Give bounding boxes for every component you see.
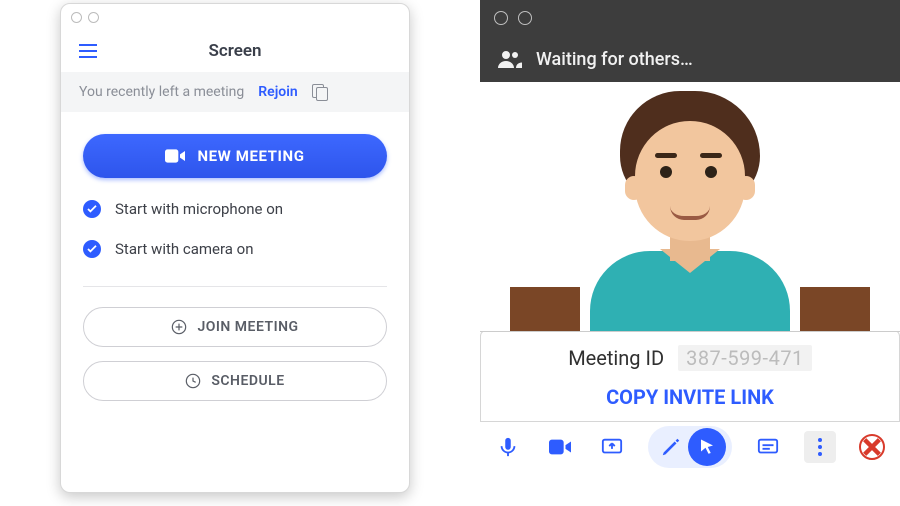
clock-icon (185, 373, 201, 389)
cursor-button[interactable] (688, 428, 726, 466)
option-start-camera: Start with camera on (83, 240, 387, 258)
camera-button[interactable] (544, 431, 576, 463)
cursor-icon (698, 438, 716, 456)
chat-button[interactable] (752, 431, 784, 463)
divider (83, 286, 387, 287)
more-icon (818, 438, 822, 456)
meeting-titlebar (480, 0, 900, 36)
pen-icon (660, 436, 682, 458)
meeting-status-bar: Waiting for others… (480, 36, 900, 82)
video-preview (480, 82, 900, 332)
people-icon (498, 50, 522, 68)
window-titlebar (61, 4, 409, 30)
app-title: Screen (79, 41, 391, 61)
mic-button[interactable] (492, 431, 524, 463)
join-meeting-button[interactable]: JOIN MEETING (83, 307, 387, 347)
share-screen-icon (601, 436, 623, 458)
avatar (560, 82, 820, 331)
schedule-button[interactable]: SCHEDULE (83, 361, 387, 401)
app-header: Screen (61, 30, 409, 72)
plus-circle-icon (171, 319, 187, 335)
copy-icon[interactable] (312, 84, 328, 100)
checkbox-camera[interactable] (83, 240, 101, 258)
meeting-info-panel: Meeting ID 387-599-471 COPY INVITE LINK (480, 330, 900, 422)
close-icon (859, 434, 885, 460)
window-minimize-dot[interactable] (88, 12, 99, 23)
meeting-id-label: Meeting ID (568, 346, 664, 370)
new-meeting-label: NEW MEETING (197, 147, 304, 165)
video-icon (165, 149, 185, 163)
window-close-dot[interactable] (494, 11, 508, 25)
meeting-id-row: Meeting ID 387-599-471 (491, 345, 889, 371)
schedule-label: SCHEDULE (211, 373, 284, 389)
window-close-dot[interactable] (71, 12, 82, 23)
more-button[interactable] (804, 431, 836, 463)
new-meeting-button[interactable]: NEW MEETING (83, 134, 387, 178)
chat-icon (757, 436, 779, 458)
notice-text: You recently left a meeting (79, 84, 244, 100)
option-mic-label: Start with microphone on (115, 200, 283, 218)
copy-invite-link-button[interactable]: COPY INVITE LINK (491, 385, 889, 409)
leave-button[interactable] (856, 431, 888, 463)
option-start-mic: Start with microphone on (83, 200, 387, 218)
video-icon (549, 436, 571, 458)
meeting-window: Waiting for others… Meeting ID 387-599-4… (480, 0, 900, 506)
main-panel: NEW MEETING Start with microphone on Sta… (61, 112, 409, 415)
window-minimize-dot[interactable] (518, 11, 532, 25)
meeting-toolbar (480, 422, 900, 472)
recent-meeting-notice: You recently left a meeting Rejoin (61, 72, 409, 112)
checkbox-mic[interactable] (83, 200, 101, 218)
mic-icon (497, 436, 519, 458)
pen-button[interactable] (660, 431, 682, 463)
option-camera-label: Start with camera on (115, 240, 254, 258)
share-screen-button[interactable] (596, 431, 628, 463)
screen-app-window: Screen You recently left a meeting Rejoi… (60, 3, 410, 493)
rejoin-link[interactable]: Rejoin (258, 84, 297, 100)
status-text: Waiting for others… (536, 49, 693, 70)
join-meeting-label: JOIN MEETING (197, 319, 298, 335)
meeting-id-value[interactable]: 387-599-471 (678, 345, 812, 371)
annotation-tools (648, 426, 732, 468)
